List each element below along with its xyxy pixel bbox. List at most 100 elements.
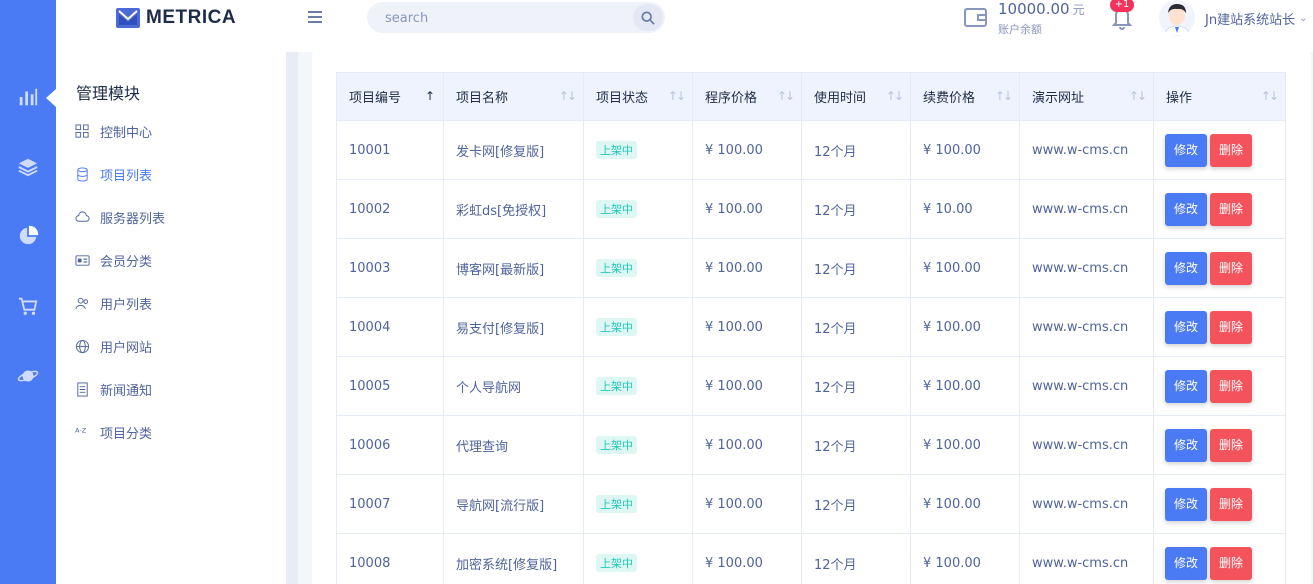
delete-button[interactable]: 删除 xyxy=(1210,133,1252,167)
svg-text:A-Z: A-Z xyxy=(75,426,87,434)
rail-item-planet[interactable] xyxy=(0,356,56,396)
col-header-price[interactable]: 程序价格 ↑↓ xyxy=(692,72,802,121)
table-row: 10004 易支付[修复版] 上架中 ¥ 100.00 12个月 ¥ 100.0… xyxy=(336,297,1286,357)
edit-button[interactable]: 修改 xyxy=(1165,428,1207,462)
side-menu: 管理模块 控制中心 项目列表 服务器列表 会员分类 用户列表 用户网站 新闻通知… xyxy=(56,52,286,584)
edit-button[interactable]: 修改 xyxy=(1165,251,1207,285)
delete-button[interactable]: 删除 xyxy=(1210,546,1252,580)
cell-duration: 12个月 xyxy=(801,297,911,357)
rail-item-layers[interactable] xyxy=(0,147,56,187)
avatar[interactable] xyxy=(1159,0,1195,36)
cell-price: ¥ 100.00 xyxy=(692,120,802,180)
menu-title: 管理模块 xyxy=(76,84,141,103)
sort-icon: ↑↓ xyxy=(885,89,904,103)
table-row: 10006 代理查询 上架中 ¥ 100.00 12个月 ¥ 100.00 ww… xyxy=(336,415,1286,475)
search-input[interactable] xyxy=(385,9,625,27)
cell-price: ¥ 100.00 xyxy=(692,297,802,357)
balance-label: 账户余额 xyxy=(998,23,1042,36)
user-name: Jn建站系统站长 xyxy=(1205,13,1296,28)
table-header-row: 项目编号 ↑ 项目名称 ↑↓ 项目状态 ↑↓ 程序价格 ↑↓ 使用时间 ↑↓ 续费价格 ↑↓… xyxy=(336,72,1286,121)
document-icon xyxy=(74,381,90,397)
user-menu[interactable]: Jn建站系统站长 ⌄ xyxy=(1205,9,1307,28)
cell-duration: 12个月 xyxy=(801,238,911,298)
cell-name: 彩虹ds[免授权] xyxy=(443,179,584,239)
edit-button[interactable]: 修改 xyxy=(1165,369,1207,403)
sort-icon: ↑↓ xyxy=(558,89,577,103)
cell-price: ¥ 100.00 xyxy=(692,179,802,239)
menu-item-label: 控制中心 xyxy=(100,125,153,141)
cell-duration: 12个月 xyxy=(801,415,911,475)
cell-url: www.w-cms.cn xyxy=(1019,415,1154,475)
az-icon: A-Z xyxy=(74,424,90,440)
cell-url: www.w-cms.cn xyxy=(1019,474,1154,534)
delete-button[interactable]: 删除 xyxy=(1210,251,1252,285)
rail-item-pie[interactable] xyxy=(0,216,56,256)
cell-renew: ¥ 10.00 xyxy=(910,179,1020,239)
cell-duration: 12个月 xyxy=(801,533,911,584)
col-header-url[interactable]: 演示网址 ↑↓ xyxy=(1019,72,1154,121)
top-bar: METRICA 10000.00元 账户余额 +1 Jn建站系统站长⌄ xyxy=(56,0,1313,52)
delete-button[interactable]: 删除 xyxy=(1210,192,1252,226)
menu-item-user-sites[interactable]: 用户网站 xyxy=(74,334,152,358)
edit-button[interactable]: 修改 xyxy=(1165,487,1207,521)
brand-name: METRICA xyxy=(146,7,237,28)
avatar-icon xyxy=(1159,0,1195,36)
menu-item-servers[interactable]: 服务器列表 xyxy=(74,205,165,229)
col-header-actions[interactable]: 操作 ↑↓ xyxy=(1153,72,1286,121)
delete-button[interactable]: 删除 xyxy=(1210,487,1252,521)
delete-button[interactable]: 删除 xyxy=(1210,310,1252,344)
cell-duration: 12个月 xyxy=(801,356,911,416)
search-button[interactable] xyxy=(633,4,663,31)
menu-toggle-icon[interactable] xyxy=(306,7,328,27)
cell-id: 10001 xyxy=(336,120,444,180)
brand-logo[interactable]: METRICA xyxy=(116,6,236,30)
wallet-icon xyxy=(964,8,987,27)
cell-url: www.w-cms.cn xyxy=(1019,297,1154,357)
cart-icon xyxy=(18,297,38,315)
balance-amount: 10000.00 元 xyxy=(998,0,1085,18)
edit-button[interactable]: 修改 xyxy=(1165,133,1207,167)
cell-url: www.w-cms.cn xyxy=(1019,120,1154,180)
col-header-renew[interactable]: 续费价格 ↑↓ xyxy=(910,72,1020,121)
col-header-id[interactable]: 项目编号 ↑ xyxy=(336,72,444,121)
cell-name: 发卡网[修复版] xyxy=(443,120,584,180)
status-badge: 上架中 xyxy=(596,259,637,277)
table-row: 10003 博客网[最新版] 上架中 ¥ 100.00 12个月 ¥ 100.0… xyxy=(336,238,1286,298)
rail-active-pointer xyxy=(46,89,56,107)
status-badge: 上架中 xyxy=(596,318,637,336)
logo-icon xyxy=(116,8,140,28)
layers-icon xyxy=(18,158,38,177)
menu-divider xyxy=(286,52,298,584)
chevron-down-icon: ⌄ xyxy=(1299,13,1308,24)
sort-icon: ↑↓ xyxy=(667,89,686,103)
menu-item-label: 用户网站 xyxy=(100,340,153,356)
sort-icon: ↑↓ xyxy=(776,89,795,103)
col-header-name[interactable]: 项目名称 ↑↓ xyxy=(443,72,584,121)
menu-item-projects[interactable]: 项目列表 xyxy=(74,162,152,186)
status-badge: 上架中 xyxy=(596,436,637,454)
cell-duration: 12个月 xyxy=(801,179,911,239)
col-header-status[interactable]: 项目状态 ↑↓ xyxy=(583,72,693,121)
menu-item-news[interactable]: 新闻通知 xyxy=(74,377,152,401)
menu-item-label: 会员分类 xyxy=(100,254,153,270)
cell-price: ¥ 100.00 xyxy=(692,415,802,475)
table-row: 10008 加密系统[修复版] 上架中 ¥ 100.00 12个月 ¥ 100.… xyxy=(336,533,1286,584)
col-header-duration[interactable]: 使用时间 ↑↓ xyxy=(801,72,911,121)
sort-icon: ↑↓ xyxy=(1260,89,1279,103)
menu-item-dashboard[interactable]: 控制中心 xyxy=(74,119,152,143)
cell-id: 10002 xyxy=(336,179,444,239)
edit-button[interactable]: 修改 xyxy=(1165,310,1207,344)
edit-button[interactable]: 修改 xyxy=(1165,546,1207,580)
cell-renew: ¥ 100.00 xyxy=(910,356,1020,416)
menu-item-project-categories[interactable]: A-Z 项目分类 xyxy=(74,420,153,444)
menu-item-member-categories[interactable]: 会员分类 xyxy=(74,248,152,272)
cell-id: 10004 xyxy=(336,297,444,357)
menu-item-users[interactable]: 用户列表 xyxy=(74,291,152,315)
rail-item-cart[interactable] xyxy=(0,286,56,326)
status-badge: 上架中 xyxy=(596,554,637,572)
delete-button[interactable]: 删除 xyxy=(1210,428,1252,462)
edit-button[interactable]: 修改 xyxy=(1165,192,1207,226)
table-row: 10002 彩虹ds[免授权] 上架中 ¥ 100.00 12个月 ¥ 10.0… xyxy=(336,179,1286,239)
delete-button[interactable]: 删除 xyxy=(1210,369,1252,403)
search-box xyxy=(367,2,665,33)
